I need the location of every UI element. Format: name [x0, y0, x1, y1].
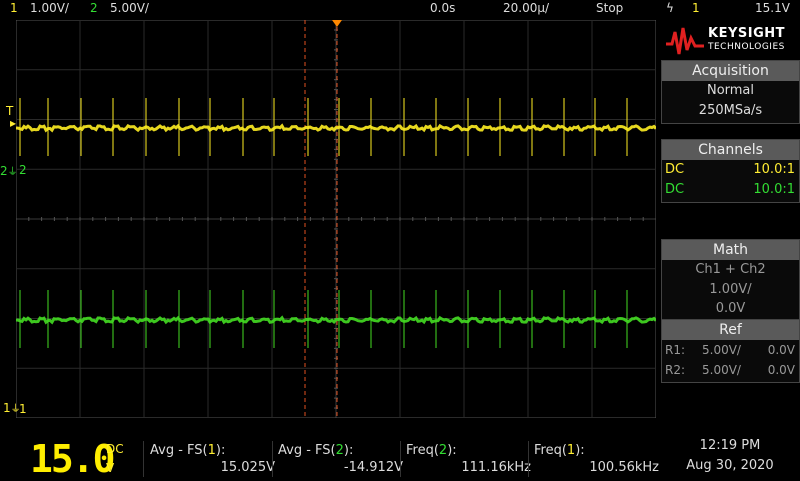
trigger-channel[interactable]: 1 [692, 1, 700, 15]
math-expression: Ch1 + Ch2 [695, 262, 766, 277]
meas1-label: Avg - FS( [150, 443, 208, 458]
ch1-number[interactable]: 1 [10, 1, 18, 15]
channel-row-2[interactable]: DC 10.0:1 [662, 180, 799, 200]
meas1-label-end: ): [215, 443, 226, 458]
ch2-ground-marker[interactable]: 2⏚ [0, 163, 18, 178]
meas3-value: 111.16kHz [461, 460, 531, 475]
ref2-scale: 5.00V/ [702, 363, 741, 377]
meas4-label-end: ): [575, 443, 585, 458]
ch2-number[interactable]: 2 [90, 1, 98, 15]
divider [143, 441, 144, 477]
ref1-scale: 5.00V/ [702, 343, 741, 357]
clock-time: 12:19 PM [699, 438, 761, 453]
acquisition-header: Acquisition [662, 61, 799, 81]
measurement-1[interactable]: Avg - FS(1): 15.025V [150, 443, 275, 475]
ref-header: Ref [662, 320, 799, 340]
meas3-label-end: ): [447, 443, 457, 458]
run-state[interactable]: Stop [596, 1, 623, 15]
math-offset: 0.0V [715, 301, 746, 316]
math-panel[interactable]: Math Ch1 + Ch2 1.00V/ 0.0V [661, 239, 800, 321]
time-offset[interactable]: 0.0s [430, 1, 455, 15]
time-scale[interactable]: 20.00µ/ [503, 1, 549, 15]
ch2-coupling: DC [665, 182, 685, 197]
divider [272, 441, 273, 477]
dc-voltmeter-coupling: DC [106, 442, 124, 456]
clock: 12:19 PM Aug 30, 2020 [670, 436, 790, 476]
ch1-probe: 10.0:1 [753, 162, 795, 177]
ref2-offset: 0.0V [767, 363, 795, 377]
ch2-label: 2 [19, 163, 27, 177]
ref1-offset: 0.0V [767, 343, 795, 357]
waveform-canvas [16, 20, 656, 418]
divider [400, 441, 401, 477]
meas2-label: Avg - FS( [278, 443, 336, 458]
keysight-wave-icon [666, 27, 704, 55]
meas1-value: 15.025V [220, 460, 275, 475]
ch1-scale[interactable]: 1.00V/ [30, 1, 69, 15]
meas3-label: Freq( [406, 443, 439, 458]
brand-sub: TECHNOLOGIES [708, 42, 785, 52]
meas4-label: Freq( [534, 443, 567, 458]
meas4-channel: 1 [566, 443, 576, 458]
ch1-ground-marker[interactable]: 1⏚ [3, 400, 21, 415]
math-scale: 1.00V/ [709, 282, 752, 297]
ref2-name: R2: [665, 363, 686, 377]
measurement-2[interactable]: Avg - FS(2): -14.912V [278, 443, 403, 475]
ref-panel[interactable]: Ref R1: 5.00V/ 0.0V R2: 5.00V/ 0.0V [661, 319, 800, 383]
divider [528, 441, 529, 477]
ch1-coupling: DC [665, 162, 685, 177]
channels-header: Channels [662, 140, 799, 160]
acquisition-panel[interactable]: Acquisition Normal 250MSa/s [661, 60, 800, 124]
measurement-3[interactable]: Freq(2): 111.16kHz [406, 443, 531, 475]
dc-voltmeter-display[interactable]: 15.0 DC V [30, 437, 124, 481]
ref-row-2[interactable]: R2: 5.00V/ 0.0V [662, 360, 799, 380]
meas1-channel: 1 [207, 443, 216, 458]
brand-name: KEYSIGHT [708, 26, 785, 41]
meas2-value: -14.912V [343, 460, 403, 475]
clock-date: Aug 30, 2020 [686, 458, 774, 473]
dc-voltmeter-value: 15.0 [30, 437, 116, 481]
channels-panel[interactable]: Channels DC 10.0:1 DC 10.0:1 [661, 139, 800, 203]
waveform-display[interactable] [16, 20, 656, 418]
meas2-channel: 2 [335, 443, 344, 458]
meas3-channel: 2 [438, 443, 448, 458]
dc-voltmeter-unit: V [106, 461, 115, 475]
status-bar: 1 1.00V/ 2 5.00V/ 0.0s 20.00µ/ Stop ϟ 1 … [0, 0, 800, 18]
acquisition-mode: Normal [706, 83, 755, 98]
keysight-logo: KEYSIGHT TECHNOLOGIES [662, 22, 798, 58]
ref-row-1[interactable]: R1: 5.00V/ 0.0V [662, 340, 799, 360]
trigger-edge-icon: ϟ [666, 1, 674, 15]
trigger-level[interactable]: 15.1V [755, 1, 790, 15]
sample-rate: 250MSa/s [698, 103, 763, 118]
ch1-label: 1 [19, 402, 27, 416]
ch1-arrow-icon: ▸ [10, 116, 17, 130]
math-header: Math [662, 240, 799, 260]
ref1-name: R1: [665, 343, 686, 357]
ch2-probe: 10.0:1 [753, 182, 795, 197]
channel-row-1[interactable]: DC 10.0:1 [662, 160, 799, 180]
meas4-value: 100.56kHz [589, 460, 659, 475]
ch2-scale[interactable]: 5.00V/ [110, 1, 149, 15]
meas2-label-end: ): [343, 443, 354, 458]
measurement-4[interactable]: Freq(1): 100.56kHz [534, 443, 659, 475]
